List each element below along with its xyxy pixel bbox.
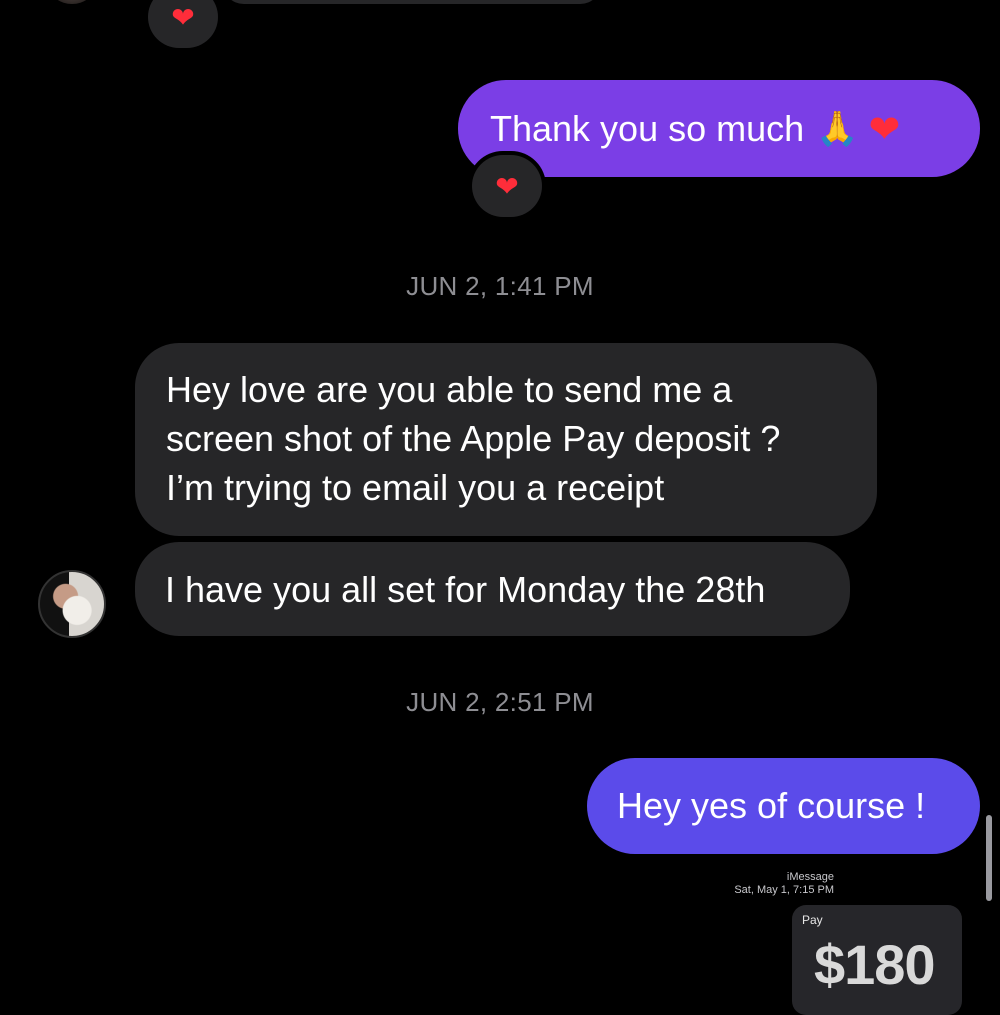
- incoming-message-bubble[interactable]: I have you all set for Monday the 28th: [135, 542, 850, 636]
- heart-icon: ❤: [868, 106, 901, 151]
- attachment-date: Sat, May 1, 7:15 PM: [734, 884, 834, 896]
- pay-text: Pay: [802, 913, 823, 927]
- contact-avatar[interactable]: [50, 0, 94, 4]
- heart-reaction-icon[interactable]: ❤: [472, 155, 542, 217]
- outgoing-message-bubble[interactable]: Hey yes of course !: [587, 758, 980, 854]
- conversation-timestamp: JUN 2, 1:41 PM: [406, 271, 594, 301]
- apple-pay-label: Pay: [802, 913, 823, 927]
- incoming-message-bubble[interactable]: Hey love are you able to send me a scree…: [135, 343, 877, 536]
- heart-reaction-icon[interactable]: ❤: [148, 0, 218, 48]
- message-text-line: Hey love are you able to send me a: [166, 369, 733, 410]
- contact-avatar[interactable]: [38, 570, 106, 638]
- message-text-line: screen shot of the Apple Pay deposit ?: [166, 418, 781, 459]
- praying-hands-icon: 🙏: [816, 108, 859, 149]
- heart-icon: ❤: [495, 169, 519, 203]
- outgoing-message-bubble[interactable]: Thank you so much 🙏 ❤: [458, 80, 980, 177]
- message-text: I have you all set for Monday the 28th: [165, 568, 766, 610]
- message-text: Hey yes of course !: [617, 785, 926, 826]
- conversation-timestamp: JUN 2, 2:51 PM: [406, 687, 594, 717]
- message-text: Thank you so much: [490, 107, 805, 149]
- message-text-line: I’m trying to email you a receipt: [166, 467, 665, 508]
- heart-icon: ❤: [171, 0, 195, 34]
- service-label: iMessage: [786, 871, 834, 883]
- payment-amount: $180: [814, 933, 936, 996]
- previous-message-bubble[interactable]: [222, 0, 602, 4]
- scrollbar[interactable]: [986, 815, 992, 901]
- attachment-caption: iMessage Sat, May 1, 7:15 PM: [734, 871, 834, 897]
